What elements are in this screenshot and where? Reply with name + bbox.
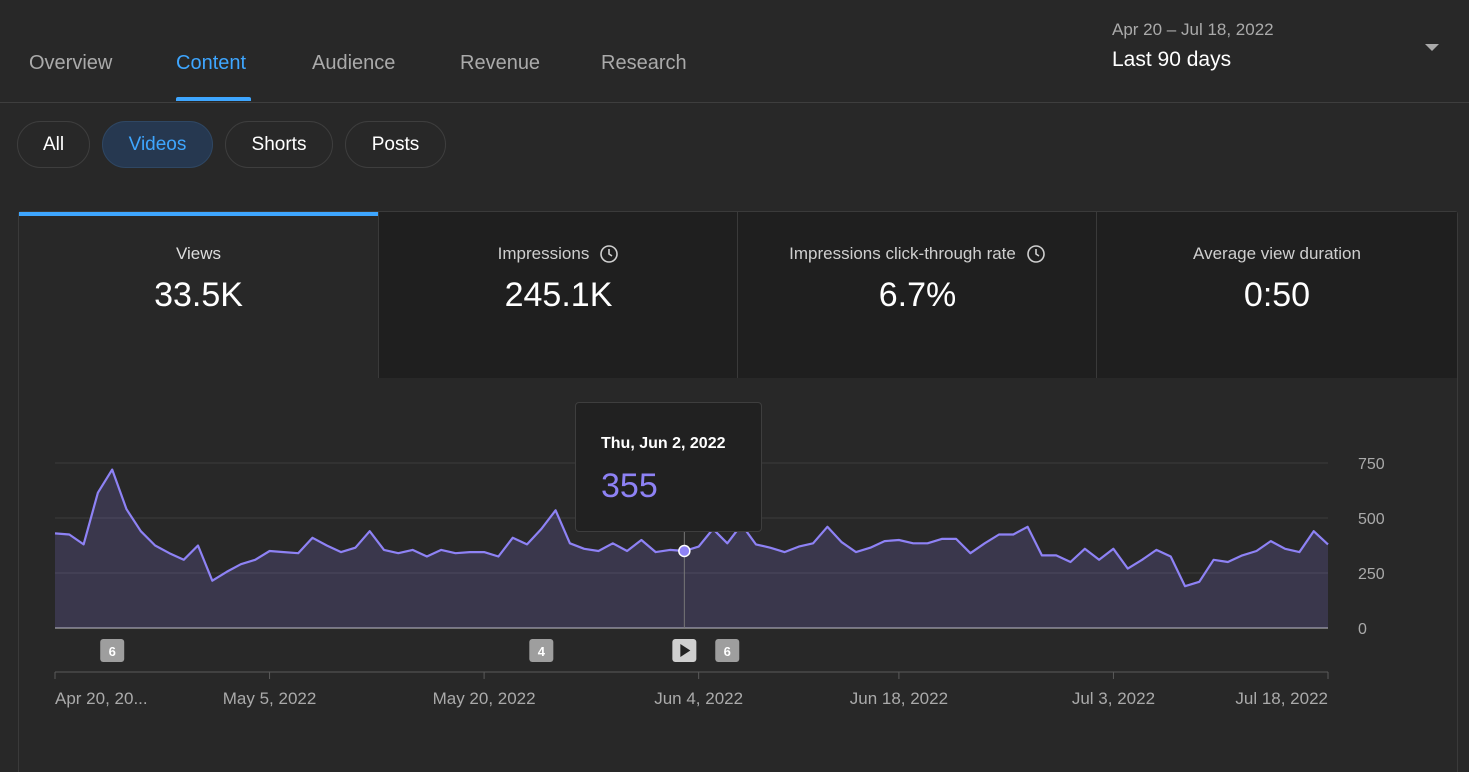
count-marker-label: 6 bbox=[109, 644, 116, 659]
x-tick-label: Jul 3, 2022 bbox=[1072, 689, 1155, 708]
x-tick-label: May 20, 2022 bbox=[433, 689, 536, 708]
x-tick-label: Apr 20, 20... bbox=[55, 689, 148, 708]
x-tick-label: Jun 4, 2022 bbox=[654, 689, 743, 708]
x-tick-label: Jul 18, 2022 bbox=[1235, 689, 1328, 708]
y-tick-label: 500 bbox=[1358, 511, 1385, 528]
y-tick-label: 0 bbox=[1358, 621, 1367, 638]
tooltip-value: 355 bbox=[601, 467, 658, 505]
hover-point[interactable] bbox=[678, 544, 691, 558]
chart-tooltip: Thu, Jun 2, 2022 355 bbox=[575, 402, 762, 532]
count-marker-label: 4 bbox=[538, 644, 546, 659]
count-marker-label: 6 bbox=[724, 644, 731, 659]
tooltip-date: Thu, Jun 2, 2022 bbox=[601, 435, 726, 452]
x-tick-label: Jun 18, 2022 bbox=[850, 689, 948, 708]
y-tick-label: 750 bbox=[1358, 456, 1385, 473]
x-tick-label: May 5, 2022 bbox=[223, 689, 317, 708]
y-tick-label: 250 bbox=[1358, 566, 1385, 583]
views-chart[interactable]: 750 500 250 0 6 4 6 Apr 20, 20... May 5, 2022 May… bbox=[0, 0, 1469, 757]
